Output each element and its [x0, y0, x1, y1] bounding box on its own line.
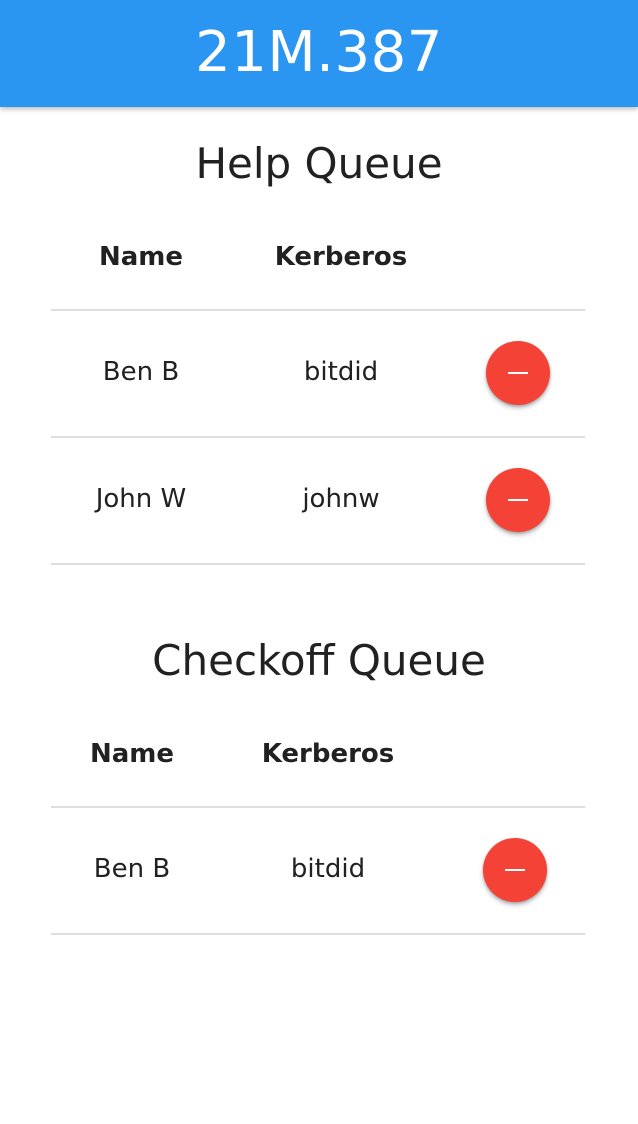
remove-button[interactable] — [483, 838, 547, 902]
queue-kerberos-cell: johnw — [302, 484, 380, 514]
queue-name-cell: Ben B — [93, 854, 171, 884]
minus-icon — [508, 372, 528, 374]
checkoff-queue-title: Checkoff Queue — [152, 636, 486, 685]
help-queue-title: Help Queue — [195, 139, 443, 188]
row-divider — [51, 933, 585, 935]
queue-name-cell: Ben B — [102, 357, 180, 387]
row-divider — [51, 309, 585, 311]
column-header-kerberos: Kerberos — [274, 242, 408, 272]
queue-kerberos-cell: bitdid — [290, 854, 366, 884]
queue-kerberos-cell: bitdid — [303, 357, 379, 387]
column-header-kerberos: Kerberos — [261, 739, 395, 769]
row-divider — [51, 436, 585, 438]
remove-button[interactable] — [486, 468, 550, 532]
remove-button[interactable] — [486, 341, 550, 405]
row-divider — [51, 563, 585, 565]
app-title: 21M.387 — [195, 20, 443, 85]
column-header-name: Name — [89, 739, 175, 769]
queue-name-cell: John W — [95, 484, 187, 514]
app-bar: 21M.387 — [0, 0, 638, 107]
minus-icon — [505, 869, 525, 871]
minus-icon — [508, 499, 528, 501]
column-header-name: Name — [98, 242, 184, 272]
row-divider — [51, 806, 585, 808]
